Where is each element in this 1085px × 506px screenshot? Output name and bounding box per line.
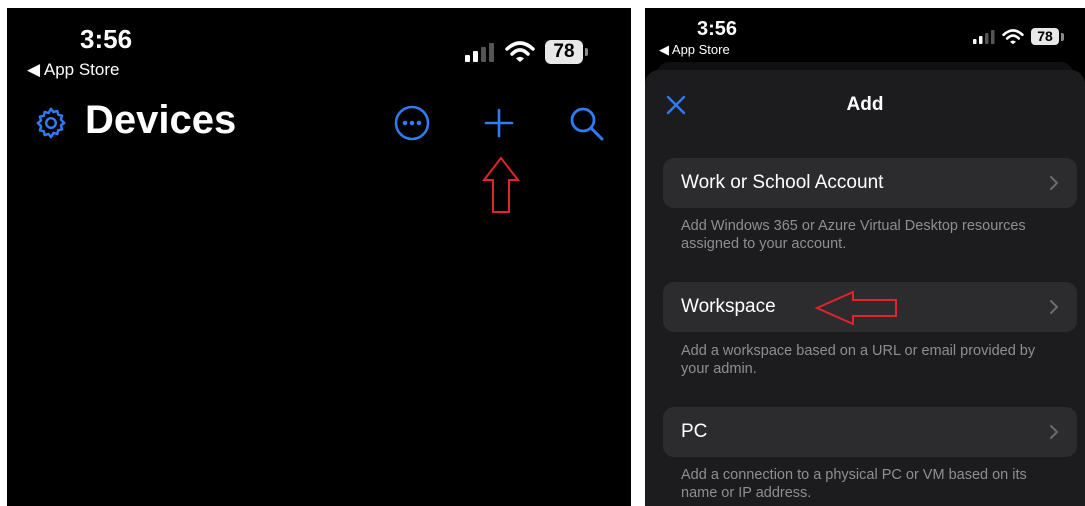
status-icons: 78 bbox=[465, 40, 583, 64]
wifi-icon bbox=[1002, 28, 1024, 44]
option-description: Add a workspace based on a URL or email … bbox=[681, 343, 1036, 377]
battery-icon: 78 bbox=[1031, 28, 1059, 45]
cellular-signal-icon bbox=[465, 43, 494, 62]
annotation-arrow-left bbox=[815, 290, 897, 326]
devices-screen: 3:56 ◀ App Store 78 Devices bbox=[7, 8, 631, 506]
option-description: Add a connection to a physical PC or VM … bbox=[681, 467, 1027, 501]
chevron-right-icon bbox=[1050, 300, 1058, 314]
chevron-right-icon bbox=[1050, 176, 1058, 190]
plus-icon[interactable] bbox=[483, 107, 515, 139]
sheet-title: Add bbox=[846, 94, 884, 115]
annotation-arrow-up bbox=[482, 156, 520, 213]
option-description: Add Windows 365 or Azure Virtual Desktop… bbox=[681, 218, 1026, 252]
option-pc[interactable]: PC bbox=[663, 407, 1077, 457]
gear-icon[interactable] bbox=[33, 105, 69, 141]
add-screen: 3:56 ◀ App Store 78 Add Work or School A… bbox=[645, 8, 1085, 506]
option-label: Work or School Account bbox=[681, 172, 884, 193]
option-label: Workspace bbox=[681, 296, 776, 317]
status-time: 3:56 bbox=[80, 24, 133, 54]
search-icon[interactable] bbox=[567, 104, 605, 142]
status-time: 3:56 bbox=[697, 18, 738, 40]
option-work-or-school-account[interactable]: Work or School Account bbox=[663, 158, 1077, 208]
battery-icon: 78 bbox=[545, 40, 583, 64]
wifi-icon bbox=[505, 41, 535, 62]
chevron-right-icon bbox=[1050, 425, 1058, 439]
more-icon[interactable] bbox=[393, 104, 431, 142]
status-icons: 78 bbox=[973, 28, 1059, 45]
option-label: PC bbox=[681, 421, 708, 442]
back-to-app-store-link[interactable]: ◀ App Store bbox=[659, 42, 730, 58]
back-to-app-store-link[interactable]: ◀ App Store bbox=[27, 60, 119, 80]
cellular-signal-icon bbox=[973, 29, 995, 44]
page-title: Devices bbox=[85, 98, 237, 142]
